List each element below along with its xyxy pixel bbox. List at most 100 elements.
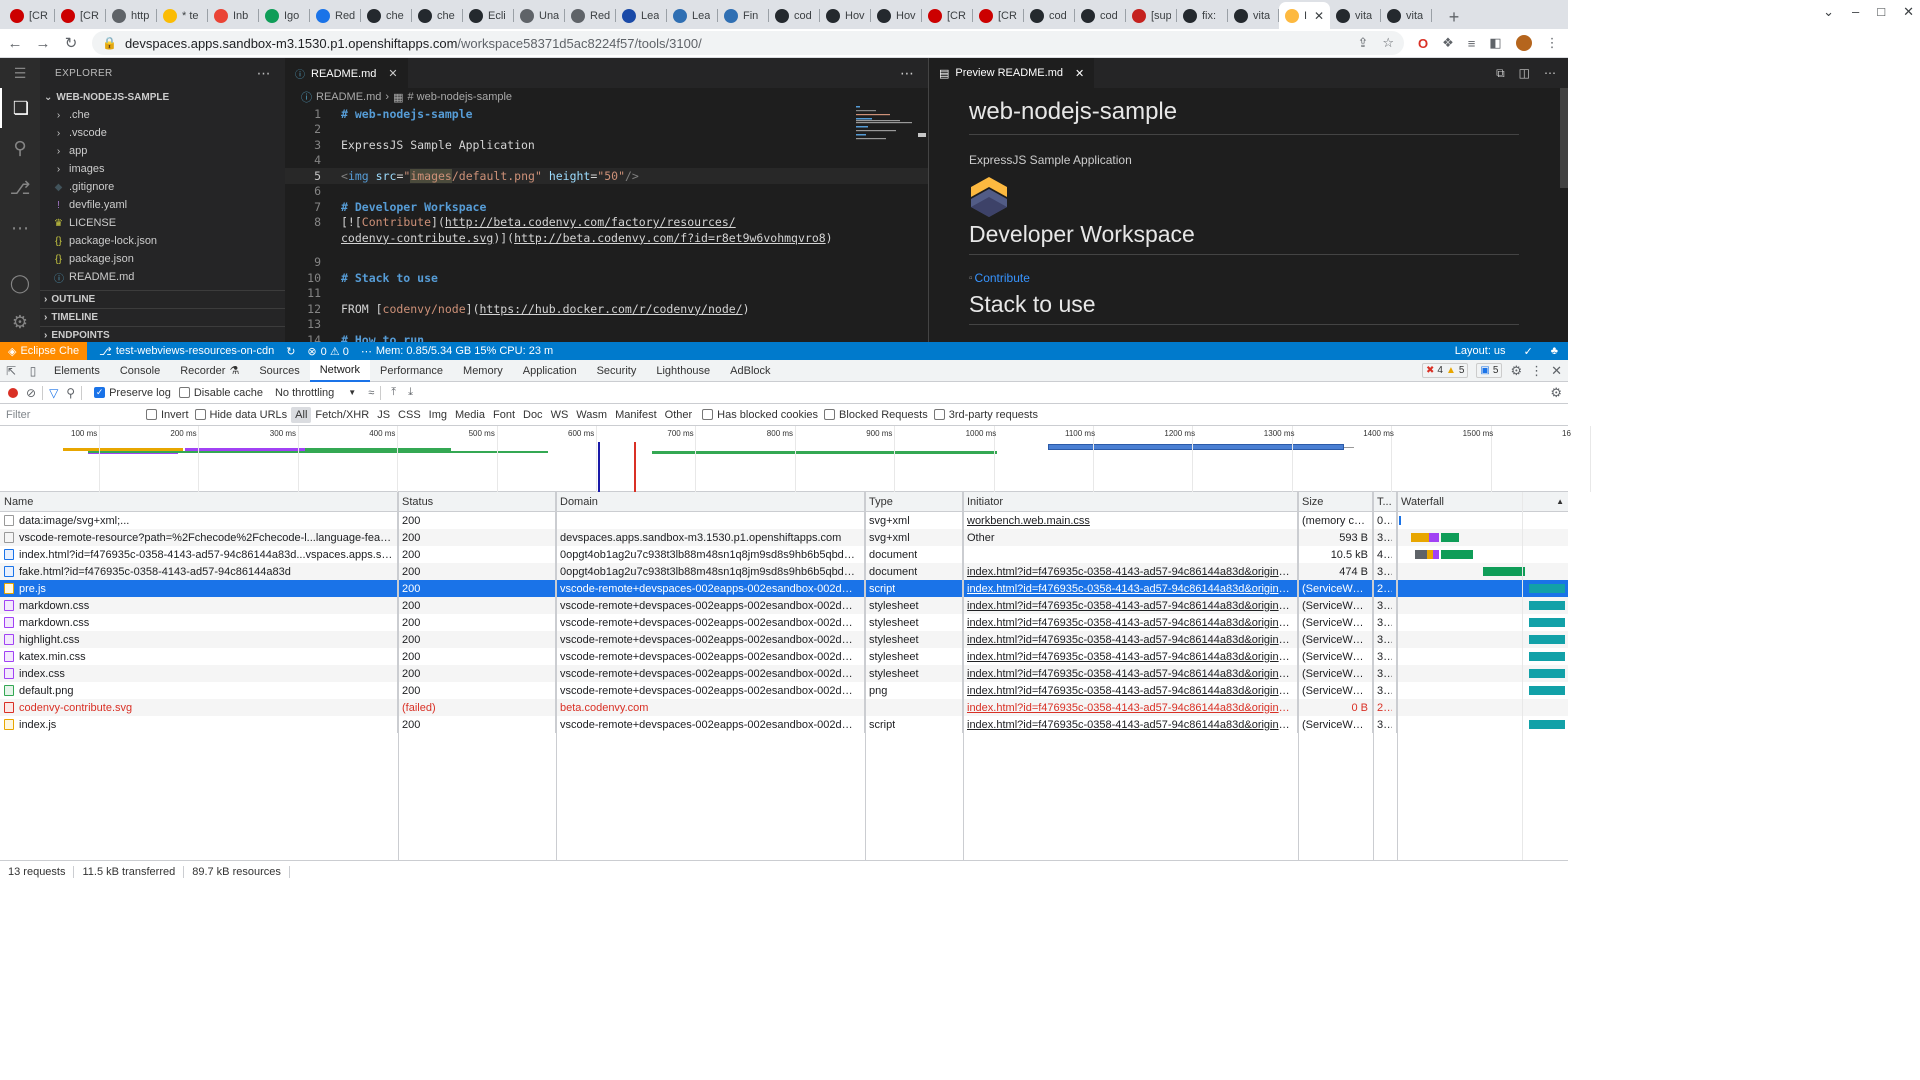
disable-cache-checkbox[interactable]: Disable cache <box>178 387 263 399</box>
type-filter-button[interactable]: Fetch/XHR <box>311 407 373 423</box>
filter-input[interactable]: Filter <box>4 406 140 424</box>
devtools-tab[interactable]: Recorder ⚗ <box>170 360 249 382</box>
browser-tab[interactable]: Una <box>514 2 565 29</box>
source-control-icon[interactable]: ⎇ <box>0 168 40 208</box>
account-icon[interactable]: ◯ <box>0 263 40 303</box>
filter-funnel-icon[interactable]: ▽ <box>49 386 58 400</box>
table-row[interactable]: katex.min.css 200 vscode-remote+devspaces-… <box>0 648 1568 665</box>
table-row[interactable]: default.png 200 vscode-remote+devspaces-00… <box>0 682 1568 699</box>
broadcast-icon[interactable]: ✓ <box>1524 345 1533 358</box>
back-icon[interactable]: ← <box>2 30 28 56</box>
tree-item[interactable]: ◆ .gitignore <box>40 178 285 196</box>
cell-initiator-text[interactable]: index.html?id=f476935c-0358-4143-ad57-94… <box>967 668 1293 680</box>
preview-scrollbar[interactable] <box>1560 88 1568 188</box>
browser-tab[interactable]: * te <box>157 2 208 29</box>
browser-tab[interactable]: Red <box>565 2 616 29</box>
new-tab-button[interactable]: + <box>1442 5 1466 29</box>
opera-extension-icon[interactable]: O <box>1418 36 1428 51</box>
close-tab-icon[interactable]: ✕ <box>388 67 397 80</box>
browser-tab[interactable]: fix: <box>1177 2 1228 29</box>
tree-item[interactable]: › images <box>40 160 285 178</box>
close-devtools-icon[interactable]: ✕ <box>1551 363 1562 379</box>
cell-initiator-text[interactable]: index.html?id=f476935c-0358-4143-ad57-94… <box>967 600 1293 612</box>
tree-item[interactable]: {} package-lock.json <box>40 232 285 250</box>
type-filter-button[interactable]: JS <box>373 407 394 423</box>
browser-tab[interactable]: Hov <box>820 2 871 29</box>
browser-tab[interactable]: cod <box>769 2 820 29</box>
forward-icon[interactable]: → <box>30 30 56 56</box>
table-row[interactable]: pre.js 200 vscode-remote+devspaces-002eapp… <box>0 580 1568 597</box>
type-filter-button[interactable]: Font <box>489 407 519 423</box>
tree-item[interactable]: › app <box>40 142 285 160</box>
column-header[interactable]: Name <box>0 492 398 511</box>
cell-initiator-text[interactable]: index.html?id=f476935c-0358-4143-ad57-94… <box>967 566 1293 578</box>
messages-badge[interactable]: ▣ 5 <box>1476 363 1503 378</box>
network-settings-gear-icon[interactable]: ⚙ <box>1550 385 1562 401</box>
table-row[interactable]: highlight.css 200 vscode-remote+devspaces-… <box>0 631 1568 648</box>
browser-tab[interactable]: I ✕ <box>1279 2 1330 29</box>
browser-tab[interactable]: [CR <box>973 2 1024 29</box>
search-network-icon[interactable]: ⚲ <box>66 386 75 400</box>
clear-icon[interactable]: ⊘ <box>26 386 36 400</box>
keyboard-layout[interactable]: Layout: us <box>1455 345 1506 357</box>
browser-tab[interactable]: Red <box>310 2 361 29</box>
devtools-tab[interactable]: Console <box>110 360 170 382</box>
browser-tab[interactable]: Igo <box>259 2 310 29</box>
close-tab-icon[interactable]: ✕ <box>1314 9 1324 23</box>
browser-tab[interactable]: che <box>412 2 463 29</box>
browser-menu-icon[interactable]: ⋮ <box>1546 35 1559 51</box>
cell-initiator-text[interactable]: Other <box>967 532 995 544</box>
table-row[interactable]: vscode-remote-resource?path=%2Fchecode%2… <box>0 529 1568 546</box>
editor-actions-more-icon[interactable]: ⋯ <box>900 65 914 82</box>
table-row[interactable]: data:image/svg+xml;... 200 svg+xml workbenc… <box>0 512 1568 529</box>
browser-tab[interactable]: Fin <box>718 2 769 29</box>
browser-tab[interactable]: vita <box>1330 2 1381 29</box>
explorer-root-folder[interactable]: ⌄ WEB-NODEJS-SAMPLE <box>40 88 285 106</box>
column-header[interactable]: T... <box>1373 492 1397 511</box>
browser-tab[interactable]: che <box>361 2 412 29</box>
type-filter-button[interactable]: WS <box>547 407 573 423</box>
remote-indicator[interactable]: ◈ Eclipse Che <box>0 342 88 360</box>
devtools-tab[interactable]: Elements <box>44 360 110 382</box>
devtools-menu-icon[interactable]: ⋮ <box>1530 363 1543 379</box>
cell-initiator-text[interactable]: workbench.web.main.css <box>967 515 1090 527</box>
browser-tab[interactable]: Hov <box>871 2 922 29</box>
tree-item[interactable]: ♛ LICENSE <box>40 214 285 232</box>
tab-readme-md[interactable]: ⓘ README.md ✕ <box>285 58 408 88</box>
devtools-tab[interactable]: AdBlock <box>720 360 780 382</box>
profile-avatar[interactable] <box>1515 35 1532 51</box>
tab-preview-readme[interactable]: ▤ Preview README.md ✕ <box>929 58 1095 88</box>
network-conditions-wifi-icon[interactable]: ≈ <box>368 387 374 399</box>
devtools-tab[interactable]: Application <box>513 360 587 382</box>
cell-initiator-text[interactable]: index.html?id=f476935c-0358-4143-ad57-94… <box>967 634 1293 646</box>
devtools-tab[interactable]: Performance <box>370 360 453 382</box>
maximize-icon[interactable]: □ <box>1877 4 1885 20</box>
cell-initiator-text[interactable]: index.html?id=f476935c-0358-4143-ad57-94… <box>967 719 1293 731</box>
browser-tab[interactable]: Lea <box>667 2 718 29</box>
problems-indicator[interactable]: ⊗ 0 ⚠ 0 <box>307 345 348 358</box>
explorer-section[interactable]: › OUTLINE <box>40 290 285 308</box>
breadcrumb-heading[interactable]: # web-nodejs-sample <box>407 91 512 103</box>
export-har-icon[interactable]: ⤓ <box>408 386 413 399</box>
browser-tab[interactable]: vita <box>1228 2 1279 29</box>
breadcrumb-file[interactable]: README.md <box>316 91 381 103</box>
type-filter-button[interactable]: Img <box>425 407 451 423</box>
devtools-tab[interactable]: Memory <box>453 360 513 382</box>
column-header[interactable]: Status <box>398 492 556 511</box>
bookmark-star-icon[interactable]: ☆ <box>1382 35 1394 51</box>
column-header[interactable]: Waterfall ▲ <box>1397 492 1568 511</box>
type-filter-button[interactable]: Manifest <box>611 407 661 423</box>
type-filter-button[interactable]: All <box>291 406 312 423</box>
tree-item[interactable]: {} package.json <box>40 250 285 268</box>
split-editor-icon[interactable]: ◫ <box>1519 66 1530 80</box>
record-button[interactable] <box>8 387 18 398</box>
import-har-icon[interactable]: ⤒ <box>391 386 396 399</box>
preview-more-icon[interactable]: ⋯ <box>1544 66 1556 80</box>
resource-monitor[interactable]: ⋯ Mem: 0.85/5.34 GB 15% CPU: 23 m <box>361 345 553 358</box>
devtools-tab[interactable]: Network <box>309 359 371 382</box>
type-filter-button[interactable]: Doc <box>519 407 547 423</box>
table-row[interactable]: markdown.css 200 vscode-remote+devspaces-0… <box>0 614 1568 631</box>
browser-tab[interactable]: cod <box>1075 2 1126 29</box>
tree-item[interactable]: ⓘ README.md <box>40 268 285 286</box>
table-row[interactable]: codenvy-contribute.svg (failed) beta.coden… <box>0 699 1568 716</box>
